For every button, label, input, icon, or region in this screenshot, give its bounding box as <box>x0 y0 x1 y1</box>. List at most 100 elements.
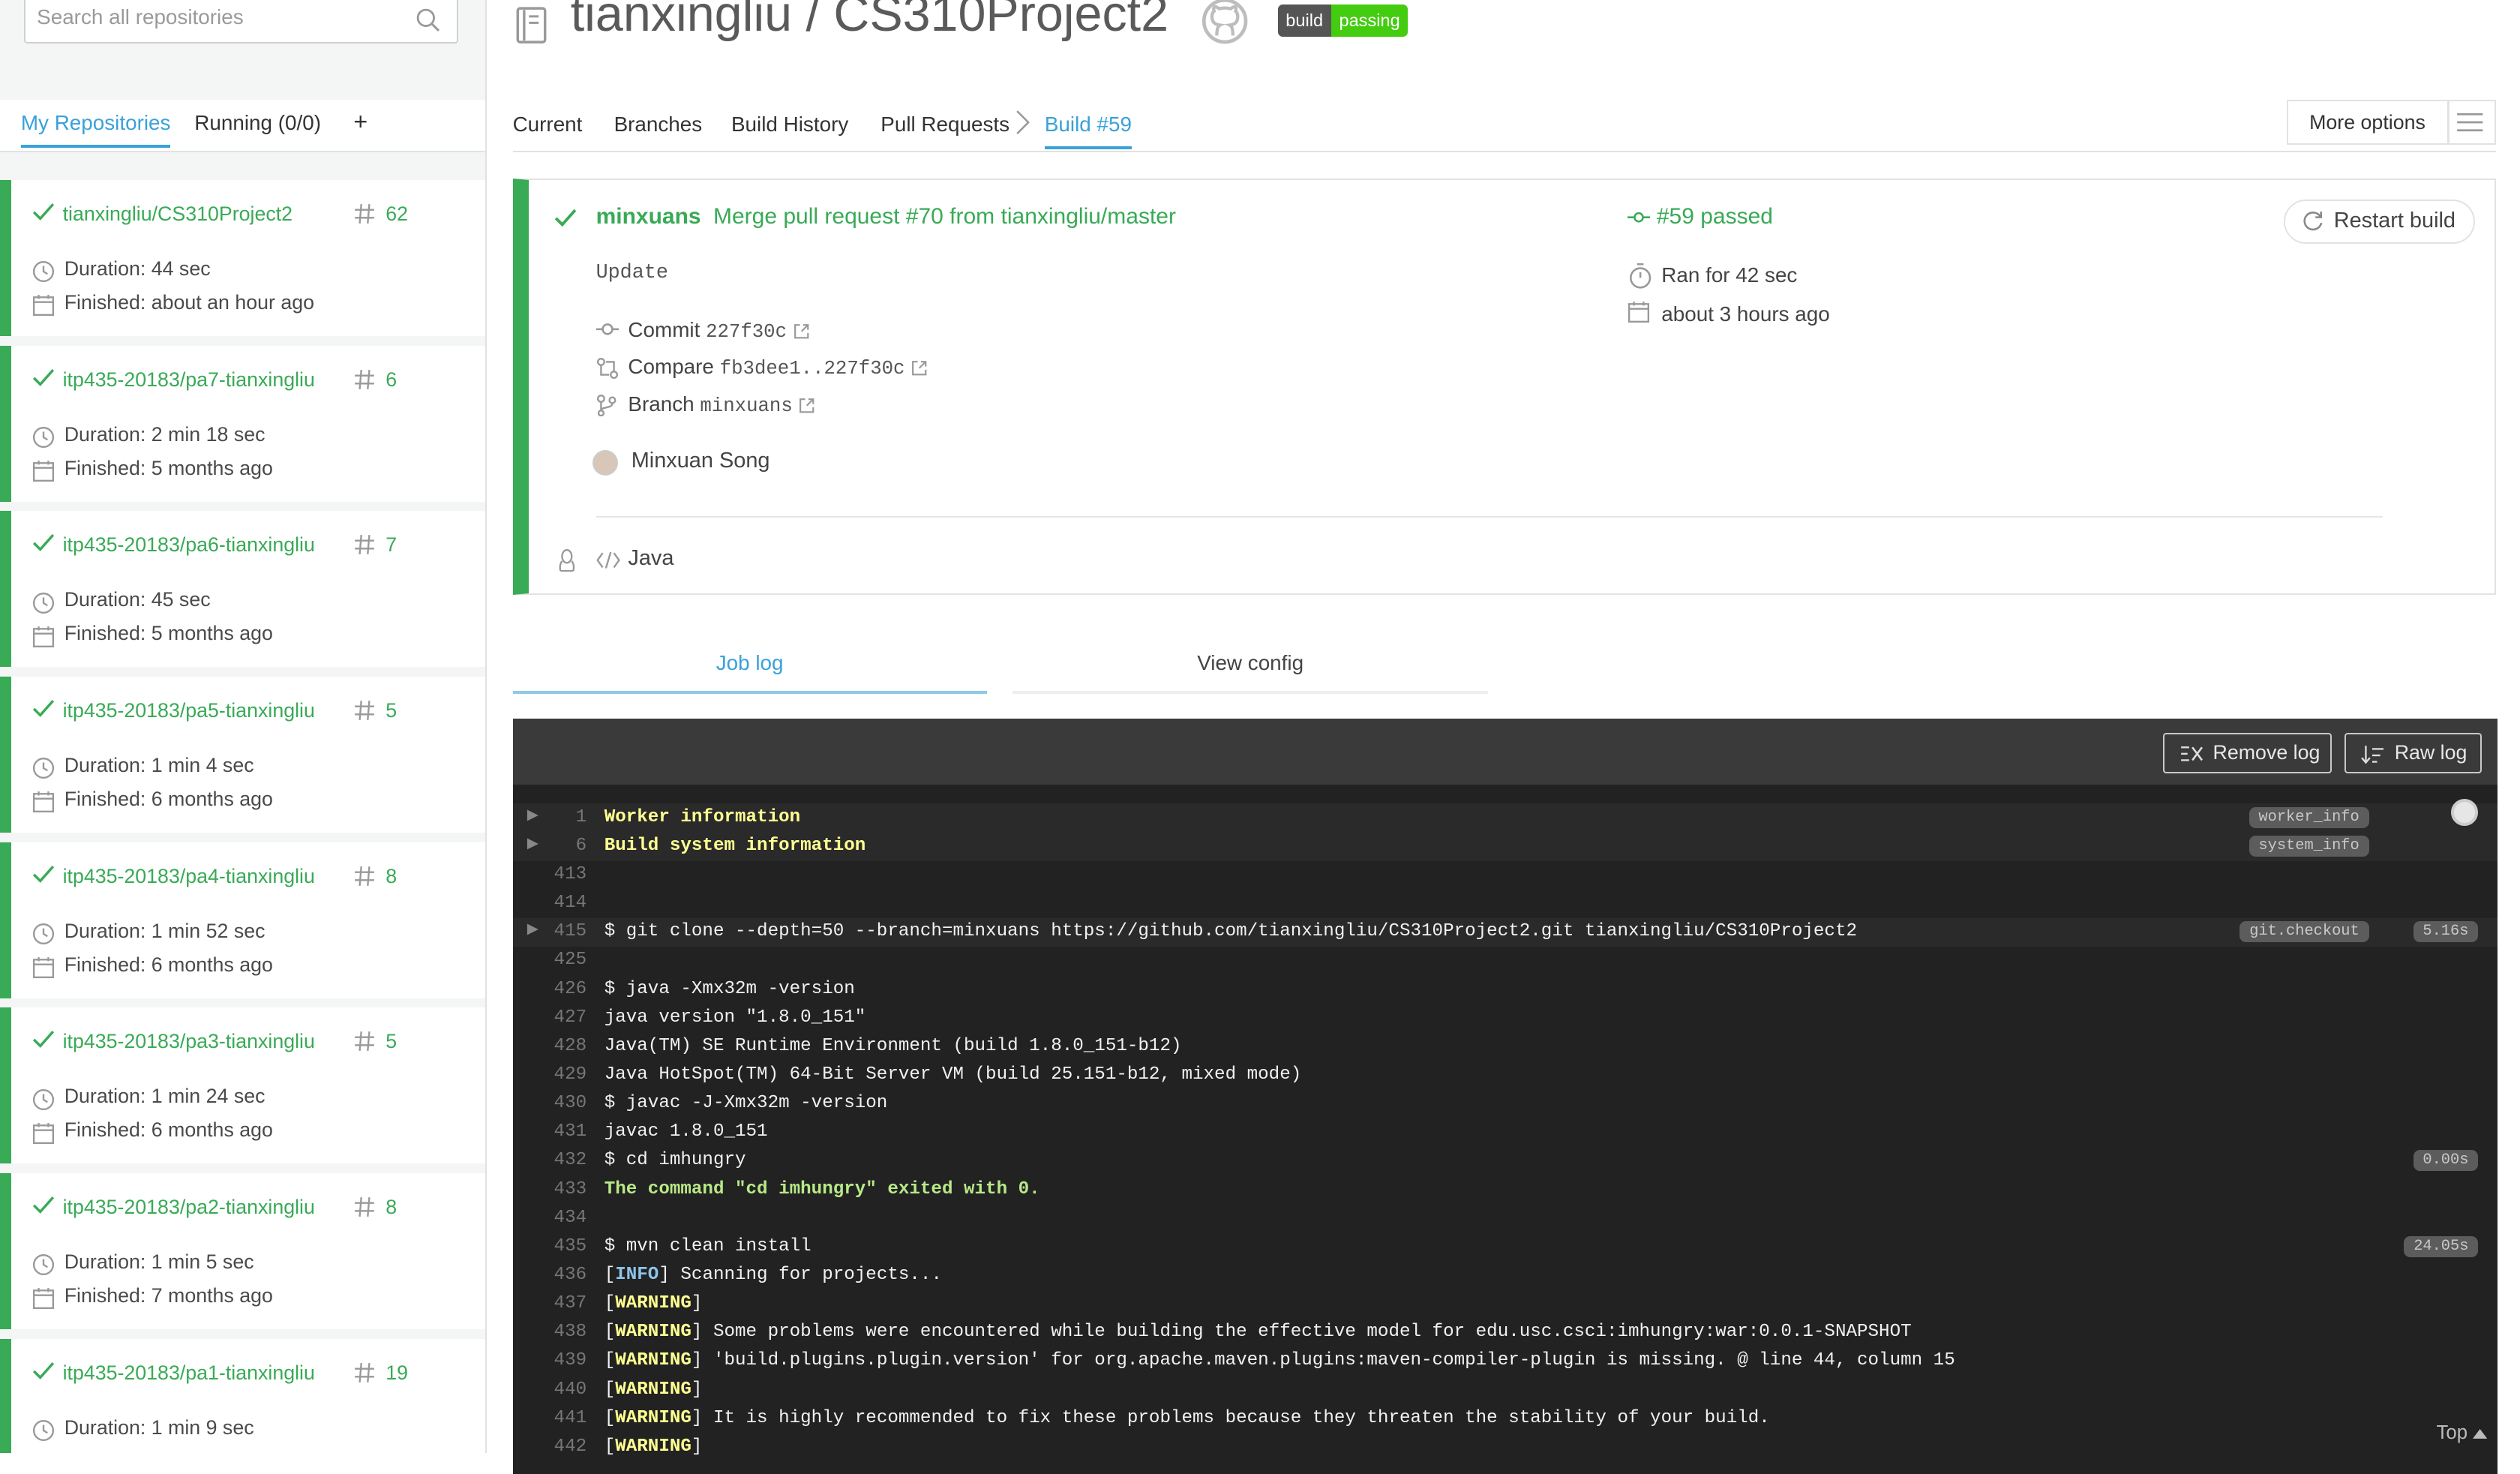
repo-name[interactable]: itp435-20183/pa2-tianxingliu <box>63 1196 315 1219</box>
repo-build-number[interactable]: 5 <box>386 699 397 722</box>
calendar-icon <box>32 956 55 979</box>
repo-build-number[interactable]: 8 <box>386 865 397 888</box>
log-line-number[interactable]: 439 <box>513 1350 587 1370</box>
raw-log-icon <box>2361 744 2385 765</box>
log-line-number[interactable]: 435 <box>513 1236 587 1256</box>
repo-card[interactable]: itp435-20183/pa7-tianxingliu6Duration: 2… <box>0 346 485 502</box>
tab-current[interactable]: Current <box>513 113 583 137</box>
log-line-number[interactable]: 413 <box>513 864 587 884</box>
tab-build[interactable]: Build #59 <box>1045 113 1132 149</box>
log-line-number[interactable]: 433 <box>513 1179 587 1199</box>
repo-card[interactable]: itp435-20183/pa5-tianxingliu5Duration: 1… <box>0 677 485 833</box>
build-language: Java <box>628 546 674 571</box>
tab-job-log[interactable]: Job log <box>513 651 987 695</box>
search-icon[interactable] <box>416 8 440 32</box>
log-line-number[interactable]: 430 <box>513 1093 587 1113</box>
remove-log-button[interactable]: Remove log <box>2163 733 2332 773</box>
tab-running[interactable]: Running (0/0) <box>194 111 321 135</box>
log-line-number[interactable]: 425 <box>513 950 587 970</box>
log-line-number[interactable]: 440 <box>513 1379 587 1400</box>
raw-log-button[interactable]: Raw log <box>2344 733 2481 773</box>
log-line-text: [WARNING] Some problems were encountered… <box>604 1322 1912 1342</box>
more-options-button[interactable]: More options <box>2287 100 2496 145</box>
log-line-number[interactable]: 431 <box>513 1121 587 1142</box>
repo-card[interactable]: itp435-20183/pa4-tianxingliu8Duration: 1… <box>0 842 485 998</box>
log-line-number[interactable]: 428 <box>513 1036 587 1056</box>
repo-duration-text: Duration: 44 sec <box>64 257 211 281</box>
log-line-number[interactable]: 415 <box>513 921 587 941</box>
tab-build-history[interactable]: Build History <box>731 113 848 137</box>
repo-name[interactable]: itp435-20183/pa6-tianxingliu <box>63 533 315 557</box>
repo-build-number[interactable]: 5 <box>386 1030 397 1053</box>
repo-name[interactable]: tianxingliu/CS310Project2 <box>63 203 293 226</box>
tab-pull-requests[interactable]: Pull Requests <box>880 113 1010 137</box>
search-input[interactable] <box>26 0 406 40</box>
log-line-number[interactable]: 436 <box>513 1265 587 1285</box>
repo-card[interactable]: itp435-20183/pa6-tianxingliu7Duration: 4… <box>0 511 485 667</box>
log-line-number[interactable]: 414 <box>513 893 587 913</box>
commit-body: Update <box>596 262 668 284</box>
external-link-icon[interactable] <box>799 398 814 413</box>
add-repository-button[interactable]: + <box>353 108 368 136</box>
repo-name[interactable]: itp435-20183/pa4-tianxingliu <box>63 865 315 888</box>
log-line-text: Build system information <box>604 836 866 856</box>
log-line: 430$ javac -J-Xmx32m -version <box>513 1090 2498 1118</box>
repo-card[interactable]: itp435-20183/pa3-tianxingliu5Duration: 1… <box>0 1007 485 1163</box>
log-line-number[interactable]: 426 <box>513 979 587 999</box>
restart-build-button[interactable]: Restart build <box>2284 200 2475 245</box>
compare-range[interactable]: fb3dee1..227f30c <box>720 358 905 380</box>
repo-name[interactable]: itp435-20183/pa1-tianxingliu <box>63 1361 315 1385</box>
repo-build-number[interactable]: 7 <box>386 533 397 557</box>
more-options-divider <box>2447 101 2449 143</box>
log-line: 428Java(TM) SE Runtime Environment (buil… <box>513 1033 2498 1061</box>
repo-card[interactable]: tianxingliu/CS310Project2 62 Duration: 44 … <box>0 180 485 336</box>
log-line-number[interactable]: 432 <box>513 1150 587 1170</box>
log-line-number[interactable]: 438 <box>513 1322 587 1342</box>
hash-icon <box>353 203 376 225</box>
branch-name[interactable]: minxuans <box>700 395 792 417</box>
log-line-number[interactable]: 434 <box>513 1208 587 1228</box>
repo-build-number[interactable]: 8 <box>386 1196 397 1219</box>
log-line-number[interactable]: 427 <box>513 1007 587 1028</box>
external-link-icon[interactable] <box>794 323 809 339</box>
commit-sha[interactable]: 227f30c <box>706 321 787 343</box>
check-icon <box>32 533 55 553</box>
scroll-to-top-link[interactable]: Top <box>2437 1422 2488 1444</box>
log-line-text: [WARNING] <box>604 1379 703 1400</box>
build-status-badge[interactable]: build passing <box>1278 5 1408 37</box>
repo-finished-text: Finished: 6 months ago <box>64 1118 273 1142</box>
tab-my-repositories[interactable]: My Repositories <box>21 111 171 148</box>
build-author[interactable]: minxuans <box>596 204 701 230</box>
build-summary: minxuans Merge pull request #70 from tia… <box>513 179 2496 595</box>
tab-branches[interactable]: Branches <box>614 113 703 137</box>
log-line[interactable]: ▶1Worker informationworker_info <box>513 803 2498 832</box>
calendar-icon <box>1628 301 1650 323</box>
log-line-text: [WARNING] <box>604 1293 703 1313</box>
log-line-number[interactable]: 6 <box>513 836 587 856</box>
log-line-number[interactable]: 1 <box>513 807 587 827</box>
sidebar: My Repositories Running (0/0) + tianxing… <box>0 0 487 1453</box>
log-line: 440 [WARNING] <box>513 1376 2498 1404</box>
github-icon[interactable] <box>1201 0 1249 45</box>
calendar-icon <box>32 460 55 482</box>
repo-card[interactable]: itp435-20183/pa1-tianxingliu19Duration: … <box>0 1339 485 1453</box>
repo-card[interactable]: itp435-20183/pa2-tianxingliu8Duration: 1… <box>0 1173 485 1329</box>
repo-name[interactable]: itp435-20183/pa7-tianxingliu <box>63 368 315 392</box>
log-line-number[interactable]: 437 <box>513 1293 587 1313</box>
repo-name[interactable]: itp435-20183/pa3-tianxingliu <box>63 1030 315 1053</box>
log-line-number[interactable]: 429 <box>513 1064 587 1085</box>
log-message: ] It is highly recommended to fix these … <box>692 1408 1770 1428</box>
log-line[interactable]: ▶415$ git clone --depth=50 --branch=minx… <box>513 918 2498 947</box>
hamburger-icon[interactable] <box>2456 111 2485 134</box>
external-link-icon[interactable] <box>911 360 927 376</box>
tab-view-config[interactable]: View config <box>1012 651 1488 695</box>
repo-build-number[interactable]: 6 <box>386 368 397 392</box>
log-line: 429Java HotSpot(TM) 64-Bit Server VM (bu… <box>513 1061 2498 1090</box>
log-line-number[interactable]: 441 <box>513 1408 587 1428</box>
repo-name[interactable]: itp435-20183/pa5-tianxingliu <box>63 699 315 722</box>
log-line[interactable]: ▶6Build system informationsystem_info <box>513 833 2498 861</box>
log-bracket: [ <box>604 1265 616 1285</box>
repo-build-number[interactable]: 62 <box>386 203 408 226</box>
log-bracket: [ <box>604 1322 616 1342</box>
repo-build-number[interactable]: 19 <box>386 1361 408 1385</box>
